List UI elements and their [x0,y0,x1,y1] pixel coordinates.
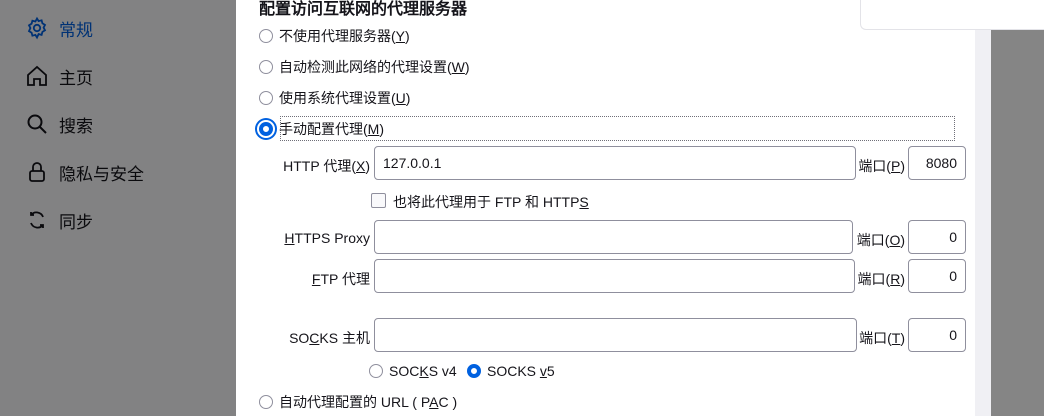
http-proxy-input[interactable] [374,146,856,180]
option-label: SOCKS v4 [389,363,457,379]
sidebar-item-label: 主页 [59,68,93,88]
ftp-proxy-label: FTP 代理 [311,271,370,287]
socks-host-label: SOCKS 主机 [289,330,370,346]
auto-detect-radio[interactable] [259,60,273,74]
manual-proxy-radio[interactable] [259,122,273,136]
sidebar-item-general[interactable]: 常规 [24,13,93,43]
socks-v5-option[interactable]: SOCKS v5 [467,360,555,382]
settings-sidebar: 常规 主页 搜索 隐私与安全 同步 [0,0,236,416]
search-icon [24,111,50,137]
connection-settings-dialog: 配置访问互联网的代理服务器 不使用代理服务器(Y) 自动检测此网络的代理设置(W… [236,0,976,416]
notification-card [860,0,1044,30]
sidebar-item-home[interactable]: 主页 [24,61,93,91]
https-port-label: 端口(O) [856,232,905,248]
option-label: 自动检测此网络的代理设置(W) [279,59,470,75]
ftp-port-label: 端口(R) [857,271,905,287]
ftp-proxy-input[interactable] [374,259,855,293]
socks-v5-radio[interactable] [467,364,481,378]
gear-icon [24,15,50,41]
also-use-for-ftp-https-checkbox[interactable] [371,193,386,208]
socks-port-input[interactable] [908,318,966,352]
sidebar-item-label: 同步 [59,212,93,232]
sidebar-item-label: 隐私与安全 [59,164,144,184]
ftp-port-input[interactable] [908,259,966,293]
option-label: 使用系统代理设置(U) [279,90,411,106]
system-proxy-radio[interactable] [259,91,273,105]
sidebar-item-label: 搜索 [59,116,93,136]
auto-proxy-url-radio[interactable] [259,395,273,409]
sidebar-item-privacy[interactable]: 隐私与安全 [24,157,144,187]
https-proxy-input[interactable] [374,220,853,254]
also-use-label: 也将此代理用于 FTP 和 HTTPS [393,194,589,210]
socks-v4-radio[interactable] [369,364,383,378]
no-proxy-option[interactable]: 不使用代理服务器(Y) [259,25,410,47]
option-label: 自动代理配置的 URL ( PAC ) [279,394,458,410]
dialog-scrollbar[interactable] [975,0,991,416]
home-icon [24,63,50,89]
no-proxy-radio[interactable] [259,29,273,43]
system-proxy-option[interactable]: 使用系统代理设置(U) [259,87,410,109]
sidebar-item-search[interactable]: 搜索 [24,109,93,139]
https-proxy-label: HTTPS Proxy [284,230,370,246]
sidebar-item-label: 常规 [59,20,93,40]
manual-proxy-option[interactable]: 手动配置代理(M) [259,118,384,140]
option-label: SOCKS v5 [487,363,555,379]
lock-icon [24,159,50,185]
option-label: 不使用代理服务器(Y) [279,28,410,44]
sync-icon [24,207,50,233]
https-port-input[interactable] [908,220,966,254]
option-label: 手动配置代理(M) [279,121,385,137]
dialog-heading: 配置访问互联网的代理服务器 [259,1,468,18]
socks-port-label: 端口(T) [859,330,905,346]
sidebar-item-sync[interactable]: 同步 [24,205,93,235]
http-proxy-label: HTTP 代理(X) [283,158,370,174]
socks-host-input[interactable] [374,318,857,352]
auto-detect-option[interactable]: 自动检测此网络的代理设置(W) [259,56,470,78]
http-port-label: 端口(P) [858,158,905,174]
auto-proxy-url-option[interactable]: 自动代理配置的 URL ( PAC ) [259,391,457,413]
socks-v4-option[interactable]: SOCKS v4 [369,360,457,382]
http-port-input[interactable] [908,146,966,180]
